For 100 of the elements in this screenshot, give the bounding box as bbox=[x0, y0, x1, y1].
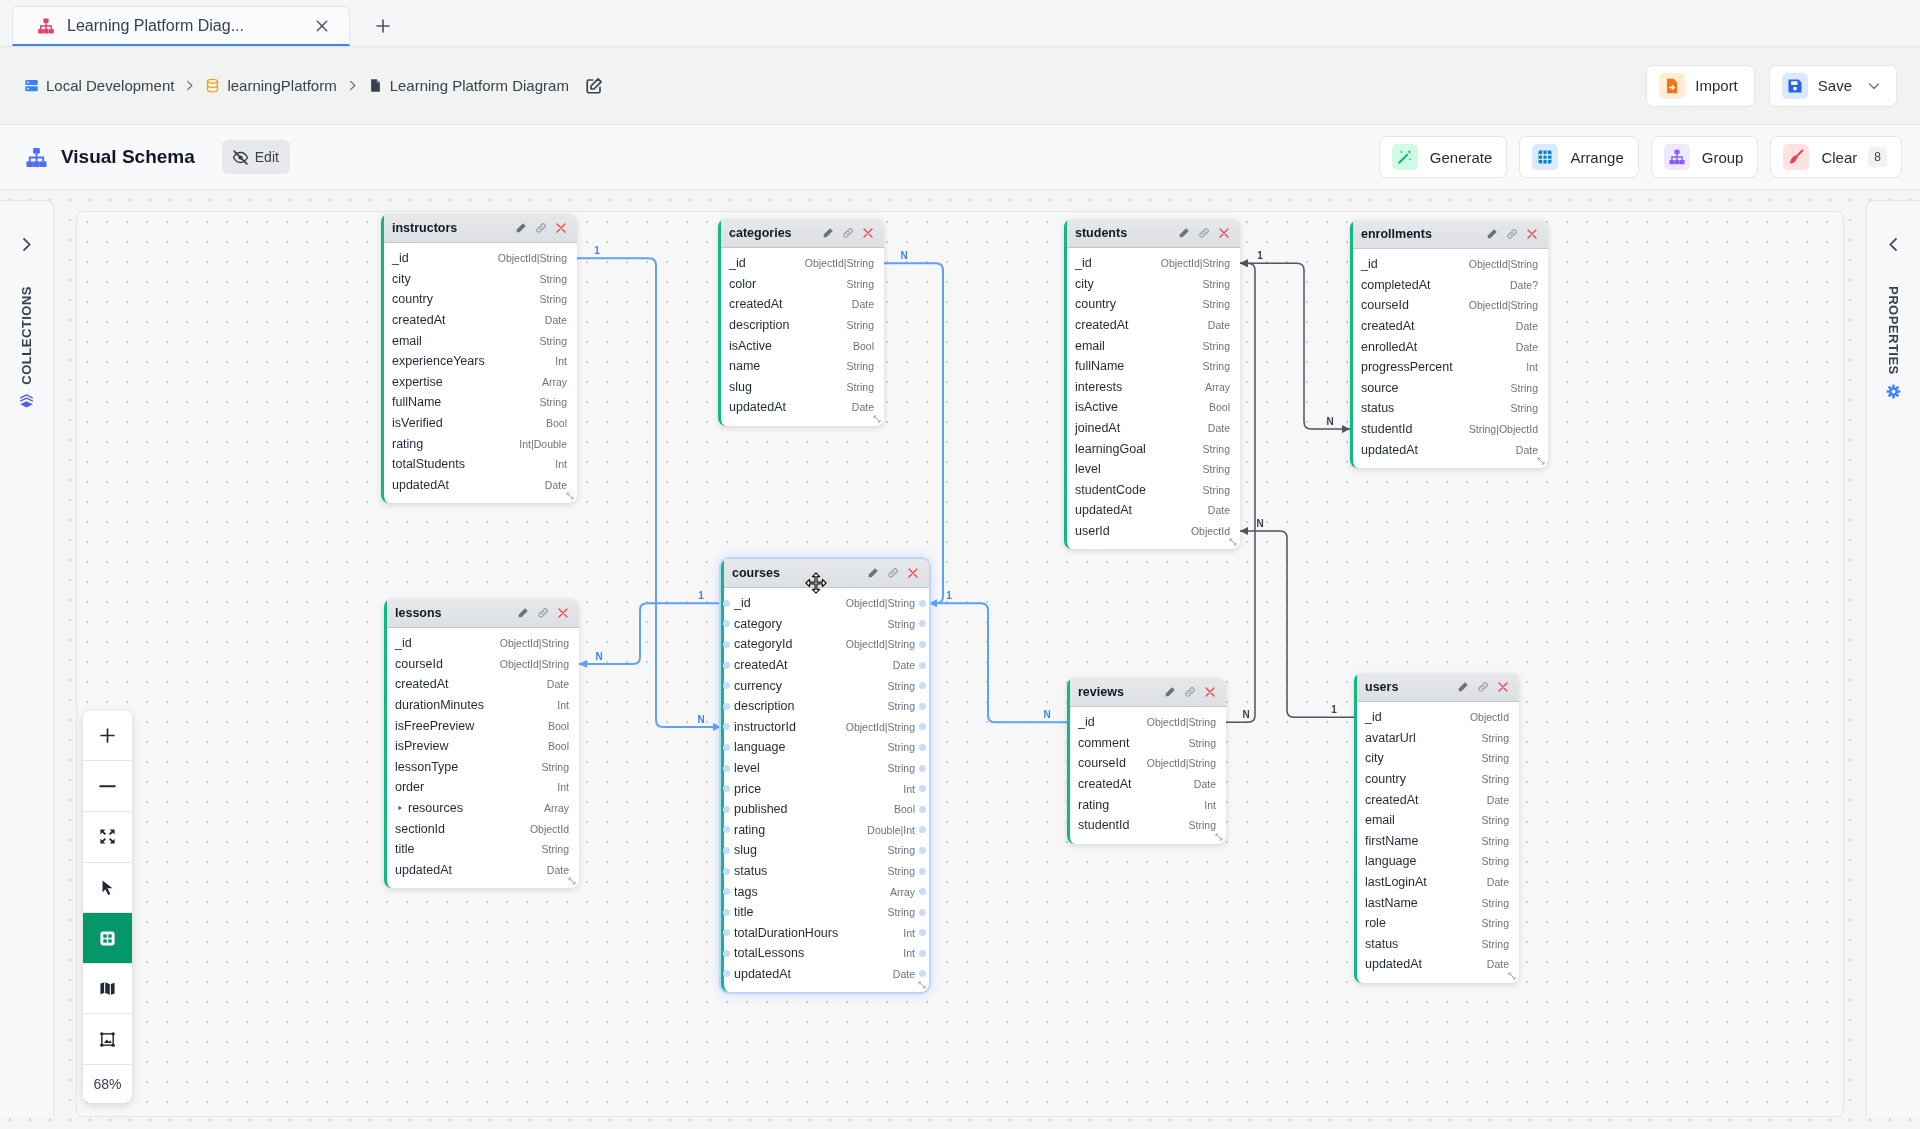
pencil-icon[interactable] bbox=[822, 227, 834, 239]
link-icon[interactable] bbox=[535, 222, 547, 234]
close-icon[interactable] bbox=[862, 227, 874, 239]
resize-icon[interactable] bbox=[1229, 538, 1237, 547]
connection-handle-icon[interactable] bbox=[919, 764, 926, 772]
close-icon[interactable] bbox=[1218, 227, 1230, 239]
connection-handle-icon[interactable] bbox=[919, 785, 926, 793]
connection-handle-icon[interactable] bbox=[919, 970, 926, 978]
grid-view-button[interactable] bbox=[83, 913, 132, 964]
edit-icon[interactable] bbox=[584, 76, 603, 95]
breadcrumb-link[interactable]: Learning Platform Diagram bbox=[367, 77, 569, 94]
breadcrumb-link[interactable]: learningPlatform bbox=[205, 77, 337, 94]
connection-handle-icon[interactable] bbox=[723, 764, 730, 772]
pencil-icon[interactable] bbox=[515, 222, 527, 234]
pencil-icon[interactable] bbox=[1457, 681, 1469, 693]
connection-handle-icon[interactable] bbox=[723, 846, 730, 854]
generate-button[interactable]: Generate bbox=[1378, 136, 1508, 178]
connection-handle-icon[interactable] bbox=[723, 888, 730, 896]
collection-table[interactable] bbox=[381, 214, 577, 504]
pencil-icon[interactable] bbox=[517, 607, 529, 619]
plus-icon[interactable] bbox=[375, 18, 391, 34]
connection-handle-icon[interactable] bbox=[723, 682, 730, 690]
connection-handle-icon[interactable] bbox=[919, 805, 926, 813]
connection-handle-icon[interactable] bbox=[919, 661, 926, 669]
connection-handle-icon[interactable] bbox=[723, 929, 730, 937]
pencil-icon[interactable] bbox=[867, 567, 879, 579]
connection-handle-icon[interactable] bbox=[919, 702, 926, 710]
fit-view-button[interactable] bbox=[83, 812, 132, 863]
connection-handle-icon[interactable] bbox=[723, 723, 730, 731]
pencil-icon[interactable] bbox=[1164, 686, 1176, 698]
resize-icon[interactable] bbox=[1508, 971, 1516, 980]
close-icon[interactable] bbox=[1204, 686, 1216, 698]
document-tab[interactable]: Learning Platform Diag... bbox=[12, 6, 350, 46]
link-icon[interactable] bbox=[537, 607, 549, 619]
resize-icon[interactable] bbox=[1215, 832, 1223, 841]
link-icon[interactable] bbox=[1184, 686, 1196, 698]
breadcrumb-link[interactable]: Local Development bbox=[24, 77, 175, 94]
close-icon[interactable] bbox=[1497, 681, 1509, 693]
connection-handle-icon[interactable] bbox=[723, 661, 730, 669]
collection-table[interactable] bbox=[1064, 219, 1240, 550]
link-icon[interactable] bbox=[887, 567, 899, 579]
connection-handle-icon[interactable] bbox=[919, 743, 926, 751]
save-button[interactable]: Save bbox=[1768, 64, 1897, 107]
collection-table[interactable]: users _id ObjectId avatarUrl String city String country String createdAt Date email String firstName String language String lastLoginAt Date lastName String role String status String updatedAt Date bbox=[1354, 673, 1519, 983]
connection-handle-icon[interactable] bbox=[919, 929, 926, 937]
connection-handle-icon[interactable] bbox=[919, 641, 926, 648]
pencil-icon[interactable] bbox=[1178, 227, 1190, 239]
collection-table[interactable]: reviews _id ObjectId|String comment String courseId ObjectId|String createdAt Date rating Int studentId String bbox=[1067, 678, 1226, 844]
connection-handle-icon[interactable] bbox=[723, 826, 730, 834]
connection-handle-icon[interactable] bbox=[723, 599, 730, 607]
close-icon[interactable] bbox=[315, 18, 329, 33]
close-icon[interactable] bbox=[557, 607, 569, 619]
close-icon[interactable] bbox=[555, 222, 567, 234]
connection-handle-icon[interactable] bbox=[919, 846, 926, 854]
import-button[interactable]: Import bbox=[1646, 64, 1755, 107]
link-icon[interactable] bbox=[1198, 227, 1210, 239]
connection-handle-icon[interactable] bbox=[919, 908, 926, 916]
zoom-in-button[interactable] bbox=[83, 710, 132, 762]
group-button[interactable]: Group bbox=[1650, 136, 1759, 178]
resize-icon[interactable] bbox=[566, 492, 574, 501]
connection-handle-icon[interactable] bbox=[919, 599, 926, 607]
pencil-icon[interactable] bbox=[1486, 228, 1498, 240]
connection-handle-icon[interactable] bbox=[723, 867, 730, 875]
collection-table[interactable]: enrollments _id ObjectId|String completedAt Date? courseId ObjectId|String createdAt Date enrolledAt Date progressPercent Int source String status String studentId String|ObjectId updatedAt Date bbox=[1350, 220, 1548, 468]
resize-icon[interactable] bbox=[1537, 456, 1545, 465]
frame-button[interactable] bbox=[83, 1014, 132, 1065]
arrange-button[interactable]: Arrange bbox=[1519, 136, 1639, 178]
connection-handle-icon[interactable] bbox=[919, 723, 926, 731]
collection-table[interactable] bbox=[384, 599, 579, 889]
connection-handle-icon[interactable] bbox=[919, 888, 926, 896]
connection-handle-icon[interactable] bbox=[723, 805, 730, 813]
connection-handle-icon[interactable] bbox=[723, 743, 730, 751]
connection-handle-icon[interactable] bbox=[919, 949, 926, 957]
connection-handle-icon[interactable] bbox=[723, 908, 730, 916]
clear-button[interactable]: Clear 8 bbox=[1770, 136, 1902, 178]
link-icon[interactable] bbox=[842, 227, 854, 239]
resize-icon[interactable] bbox=[568, 877, 576, 886]
panel-label[interactable]: COLLECTIONS bbox=[19, 286, 34, 385]
map-view-button[interactable] bbox=[83, 963, 132, 1015]
panel-label[interactable]: PROPERTIES bbox=[1886, 286, 1901, 375]
collection-table[interactable]: categories _id ObjectId|String color String createdAt Date description String isActive Bool name String slug String updatedAt Date bbox=[718, 219, 884, 426]
connection-handle-icon[interactable] bbox=[723, 785, 730, 793]
connection-handle-icon[interactable] bbox=[723, 949, 730, 957]
connection-handle-icon[interactable] bbox=[723, 702, 730, 710]
link-icon[interactable] bbox=[1477, 681, 1489, 693]
resize-icon[interactable] bbox=[918, 981, 926, 990]
connection-handle-icon[interactable] bbox=[919, 826, 926, 834]
connection-handle-icon[interactable] bbox=[723, 970, 730, 978]
connection-handle-icon[interactable] bbox=[919, 620, 926, 628]
select-tool-button[interactable] bbox=[83, 862, 132, 914]
resize-icon[interactable] bbox=[873, 414, 881, 423]
connection-handle-icon[interactable] bbox=[919, 682, 926, 690]
edit-button[interactable]: Edit bbox=[221, 140, 290, 174]
collection-table[interactable] bbox=[721, 559, 929, 993]
close-icon[interactable] bbox=[1526, 228, 1538, 240]
link-icon[interactable] bbox=[1506, 228, 1518, 240]
close-icon[interactable] bbox=[907, 567, 919, 579]
caret-right-icon[interactable] bbox=[397, 805, 403, 812]
connection-handle-icon[interactable] bbox=[919, 867, 926, 875]
connection-handle-icon[interactable] bbox=[723, 620, 730, 628]
